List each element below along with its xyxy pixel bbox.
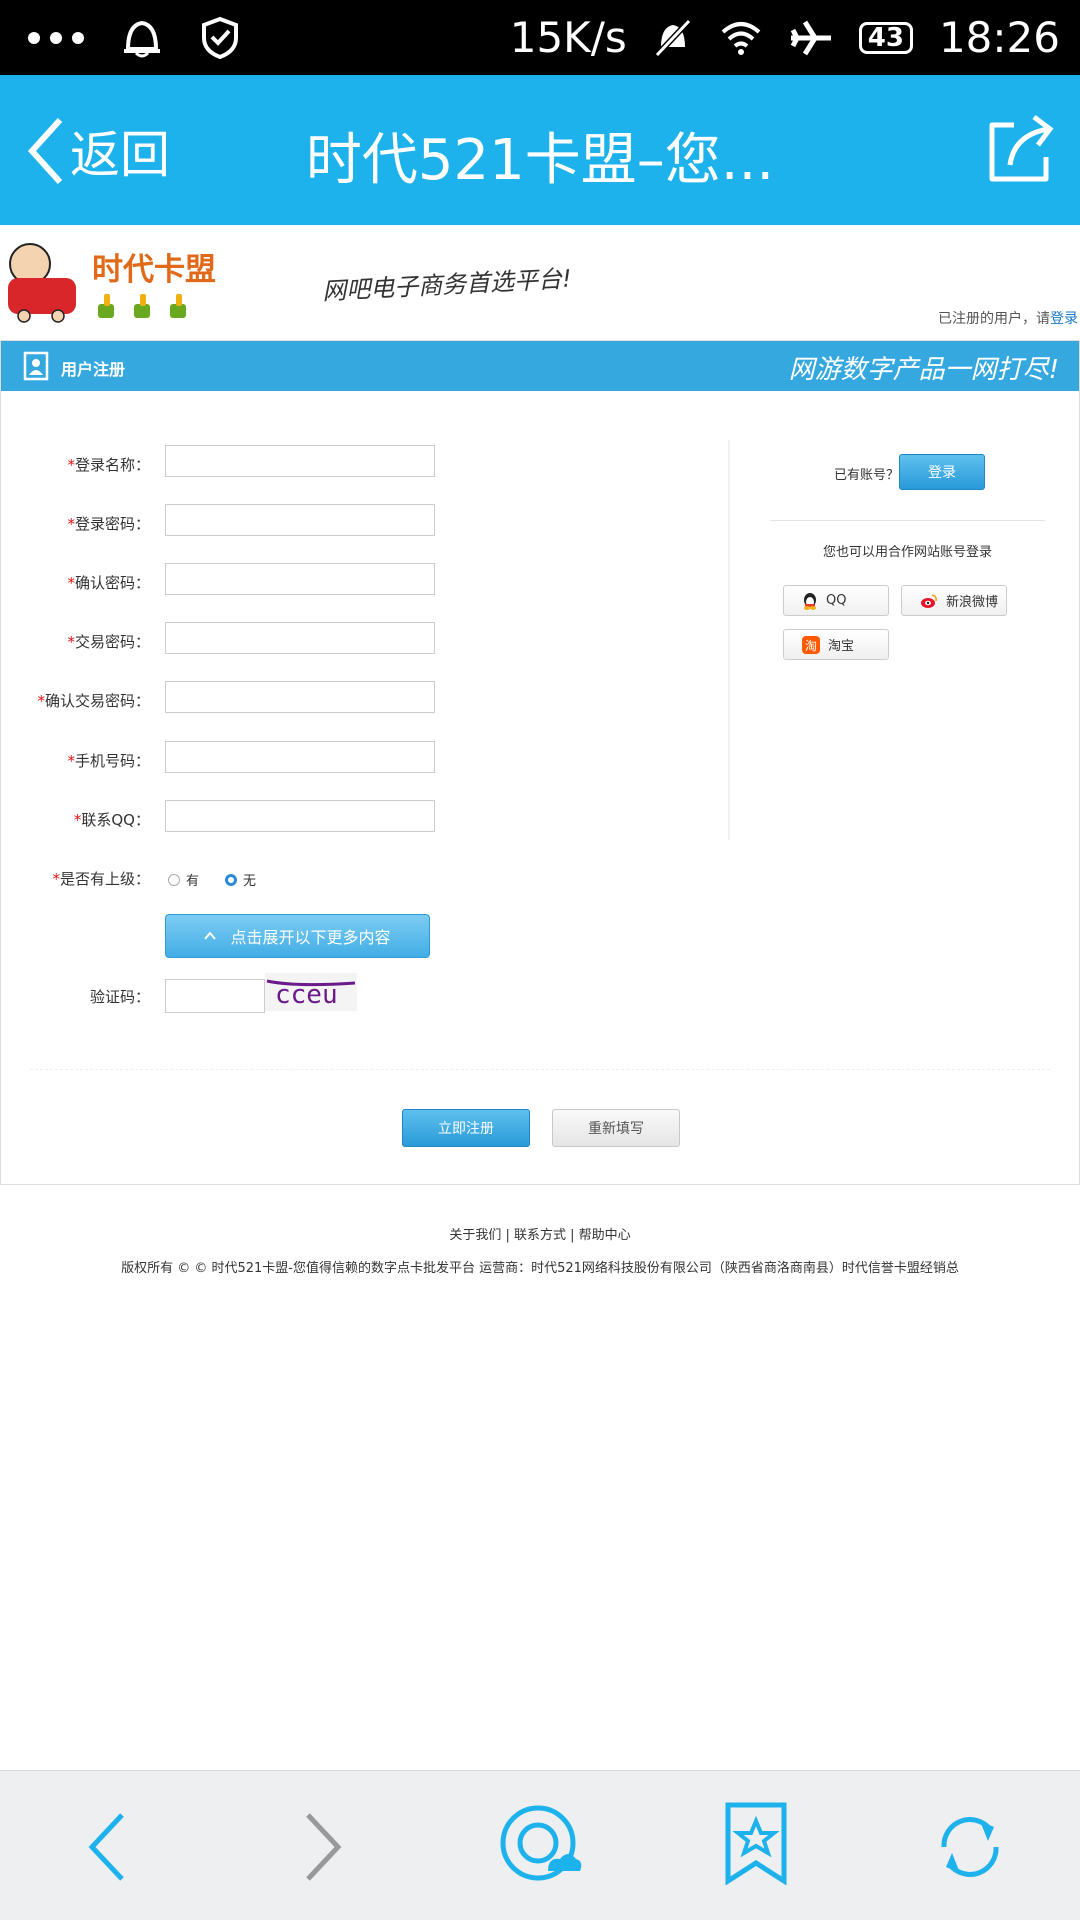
radio-yes-label: 有 [186,874,200,889]
radio-no[interactable] [225,873,238,886]
trade-password-input[interactable] [165,622,435,654]
field-label-text: 登录名称： [74,456,150,474]
taobao-login-button[interactable]: 淘 淘宝 [783,629,889,660]
weibo-icon [921,593,937,608]
field-label-confirm-trade-password: *确认交易密码： [0,690,150,711]
register-title: 用户注册 [61,360,126,379]
side-divider [770,520,1045,521]
status-bar: 15K/s 43 18:26 [0,0,1080,75]
back-label: 返回 [70,126,170,184]
qq-login-button[interactable]: QQ [783,585,889,616]
back-arrow-icon[interactable] [82,1807,132,1887]
weibo-login-button[interactable]: 新浪微博 [901,585,1007,616]
side-login-button[interactable]: 登录 [899,454,985,490]
field-label-captcha: 验证码： [0,986,150,1007]
share-icon[interactable] [984,111,1058,185]
field-label-password: *登录密码： [0,513,150,534]
qq-login-label: QQ [826,593,847,608]
chevron-up-icon [204,931,217,940]
qq-input[interactable] [165,800,435,832]
back-button[interactable]: 返回 [26,115,170,187]
required-mark: * [52,870,60,888]
footer-links[interactable]: 关于我们 | 联系方式 | 帮助中心 [0,1224,1080,1243]
field-label-text: 手机号码： [74,752,150,770]
net-speed: 15K/s [509,13,627,62]
field-label-trade-password: *交易密码： [0,631,150,652]
login-hint: 已注册的用户，请登录 [938,308,1078,328]
field-label-text: 确认密码： [74,574,150,592]
required-mark: * [37,692,45,710]
confirm-password-input[interactable] [165,563,435,595]
partner-login-hint: 您也可以用合作网站账号登录 [822,545,992,560]
clock: 18:26 [938,13,1060,62]
field-label-text: 交易密码： [74,633,150,651]
submit-register-button[interactable]: 立即注册 [402,1109,530,1147]
mute-icon [654,18,691,57]
battery-level: 43 [858,21,913,54]
bookmark-star-icon[interactable] [722,1801,790,1885]
wifi-icon [721,21,761,55]
register-slogan: 网游数字产品一网打尽! [788,355,1059,385]
more-dots-icon [28,31,84,44]
phone-input[interactable] [165,741,435,773]
has-account-text: 已有账号？ [834,468,900,483]
expand-more-button[interactable]: 点击展开以下更多内容 [165,914,430,958]
site-logo[interactable]: 时代卡盟 [0,240,216,330]
taobao-icon: 淘 [802,635,820,654]
form-divider [30,1069,1050,1070]
field-label-text: 验证码： [89,988,150,1006]
screen: 15K/s 43 18:26 返回 时代521卡盟–您... 时代卡盟 网吧电子… [0,0,1080,1920]
login-hint-text: 已注册的用户，请 [938,311,1050,327]
field-label-superior: *是否有上级： [0,868,150,889]
web-page: 时代卡盟 网吧电子商务首选平台! 已注册的用户，请登录 用户注册 网游数字产品一 [0,225,1080,1770]
login-name-input[interactable] [165,445,435,477]
expand-more-label: 点击展开以下更多内容 [230,928,391,947]
required-mark: * [67,752,75,770]
captcha-input[interactable] [165,979,265,1013]
field-label-text: 联系QQ： [81,811,150,829]
required-mark: * [67,456,75,474]
shield-check-icon [202,16,238,59]
reset-form-button[interactable]: 重新填写 [552,1109,680,1147]
browser-header: 返回 时代521卡盟–您... [0,75,1080,225]
field-label-login-name: *登录名称： [0,454,150,475]
radio-no-label: 无 [243,874,257,889]
required-mark: * [67,515,75,533]
refresh-icon[interactable] [930,1807,1010,1887]
taobao-login-label: 淘宝 [828,639,855,654]
user-profile-icon [23,351,49,381]
field-label-text: 是否有上级： [59,870,150,888]
column-divider [728,440,730,840]
required-mark: * [67,633,75,651]
field-label-text: 登录密码： [74,515,150,533]
captcha-image[interactable]: cceu [265,973,357,1011]
notification-bell-icon [124,20,160,57]
home-cloud-icon[interactable] [498,1803,582,1887]
field-label-text: 确认交易密码： [44,692,150,710]
site-slogan: 网吧电子商务首选平台! [321,264,573,306]
footer-copyright: 版权所有 © © 时代521卡盟-您值得信赖的数字点卡批发平台 运营商：时代52… [121,1261,959,1276]
airplane-icon [790,20,831,55]
register-header: 用户注册 网游数字产品一网打尽! [1,341,1079,391]
field-label-qq: *联系QQ： [0,809,150,830]
field-label-confirm-password: *确认密码： [0,572,150,593]
svg-text:淘: 淘 [805,639,817,653]
login-link[interactable]: 登录 [1050,311,1078,327]
forward-arrow-icon[interactable] [298,1807,348,1887]
page-title: 时代521卡盟–您... [305,128,775,193]
radio-yes[interactable] [168,873,180,886]
confirm-trade-password-input[interactable] [165,681,435,713]
chevron-left-icon [27,117,63,185]
weibo-login-label: 新浪微博 [946,595,999,610]
logo-text: 时代卡盟 [92,252,215,288]
password-input[interactable] [165,504,435,536]
superior-radio-group: 有 无 [168,870,256,889]
captcha-text: cceu [275,980,338,1010]
browser-toolbar [0,1770,1080,1920]
qq-icon [804,592,816,610]
field-label-phone: *手机号码： [0,750,150,771]
required-mark: * [67,574,75,592]
